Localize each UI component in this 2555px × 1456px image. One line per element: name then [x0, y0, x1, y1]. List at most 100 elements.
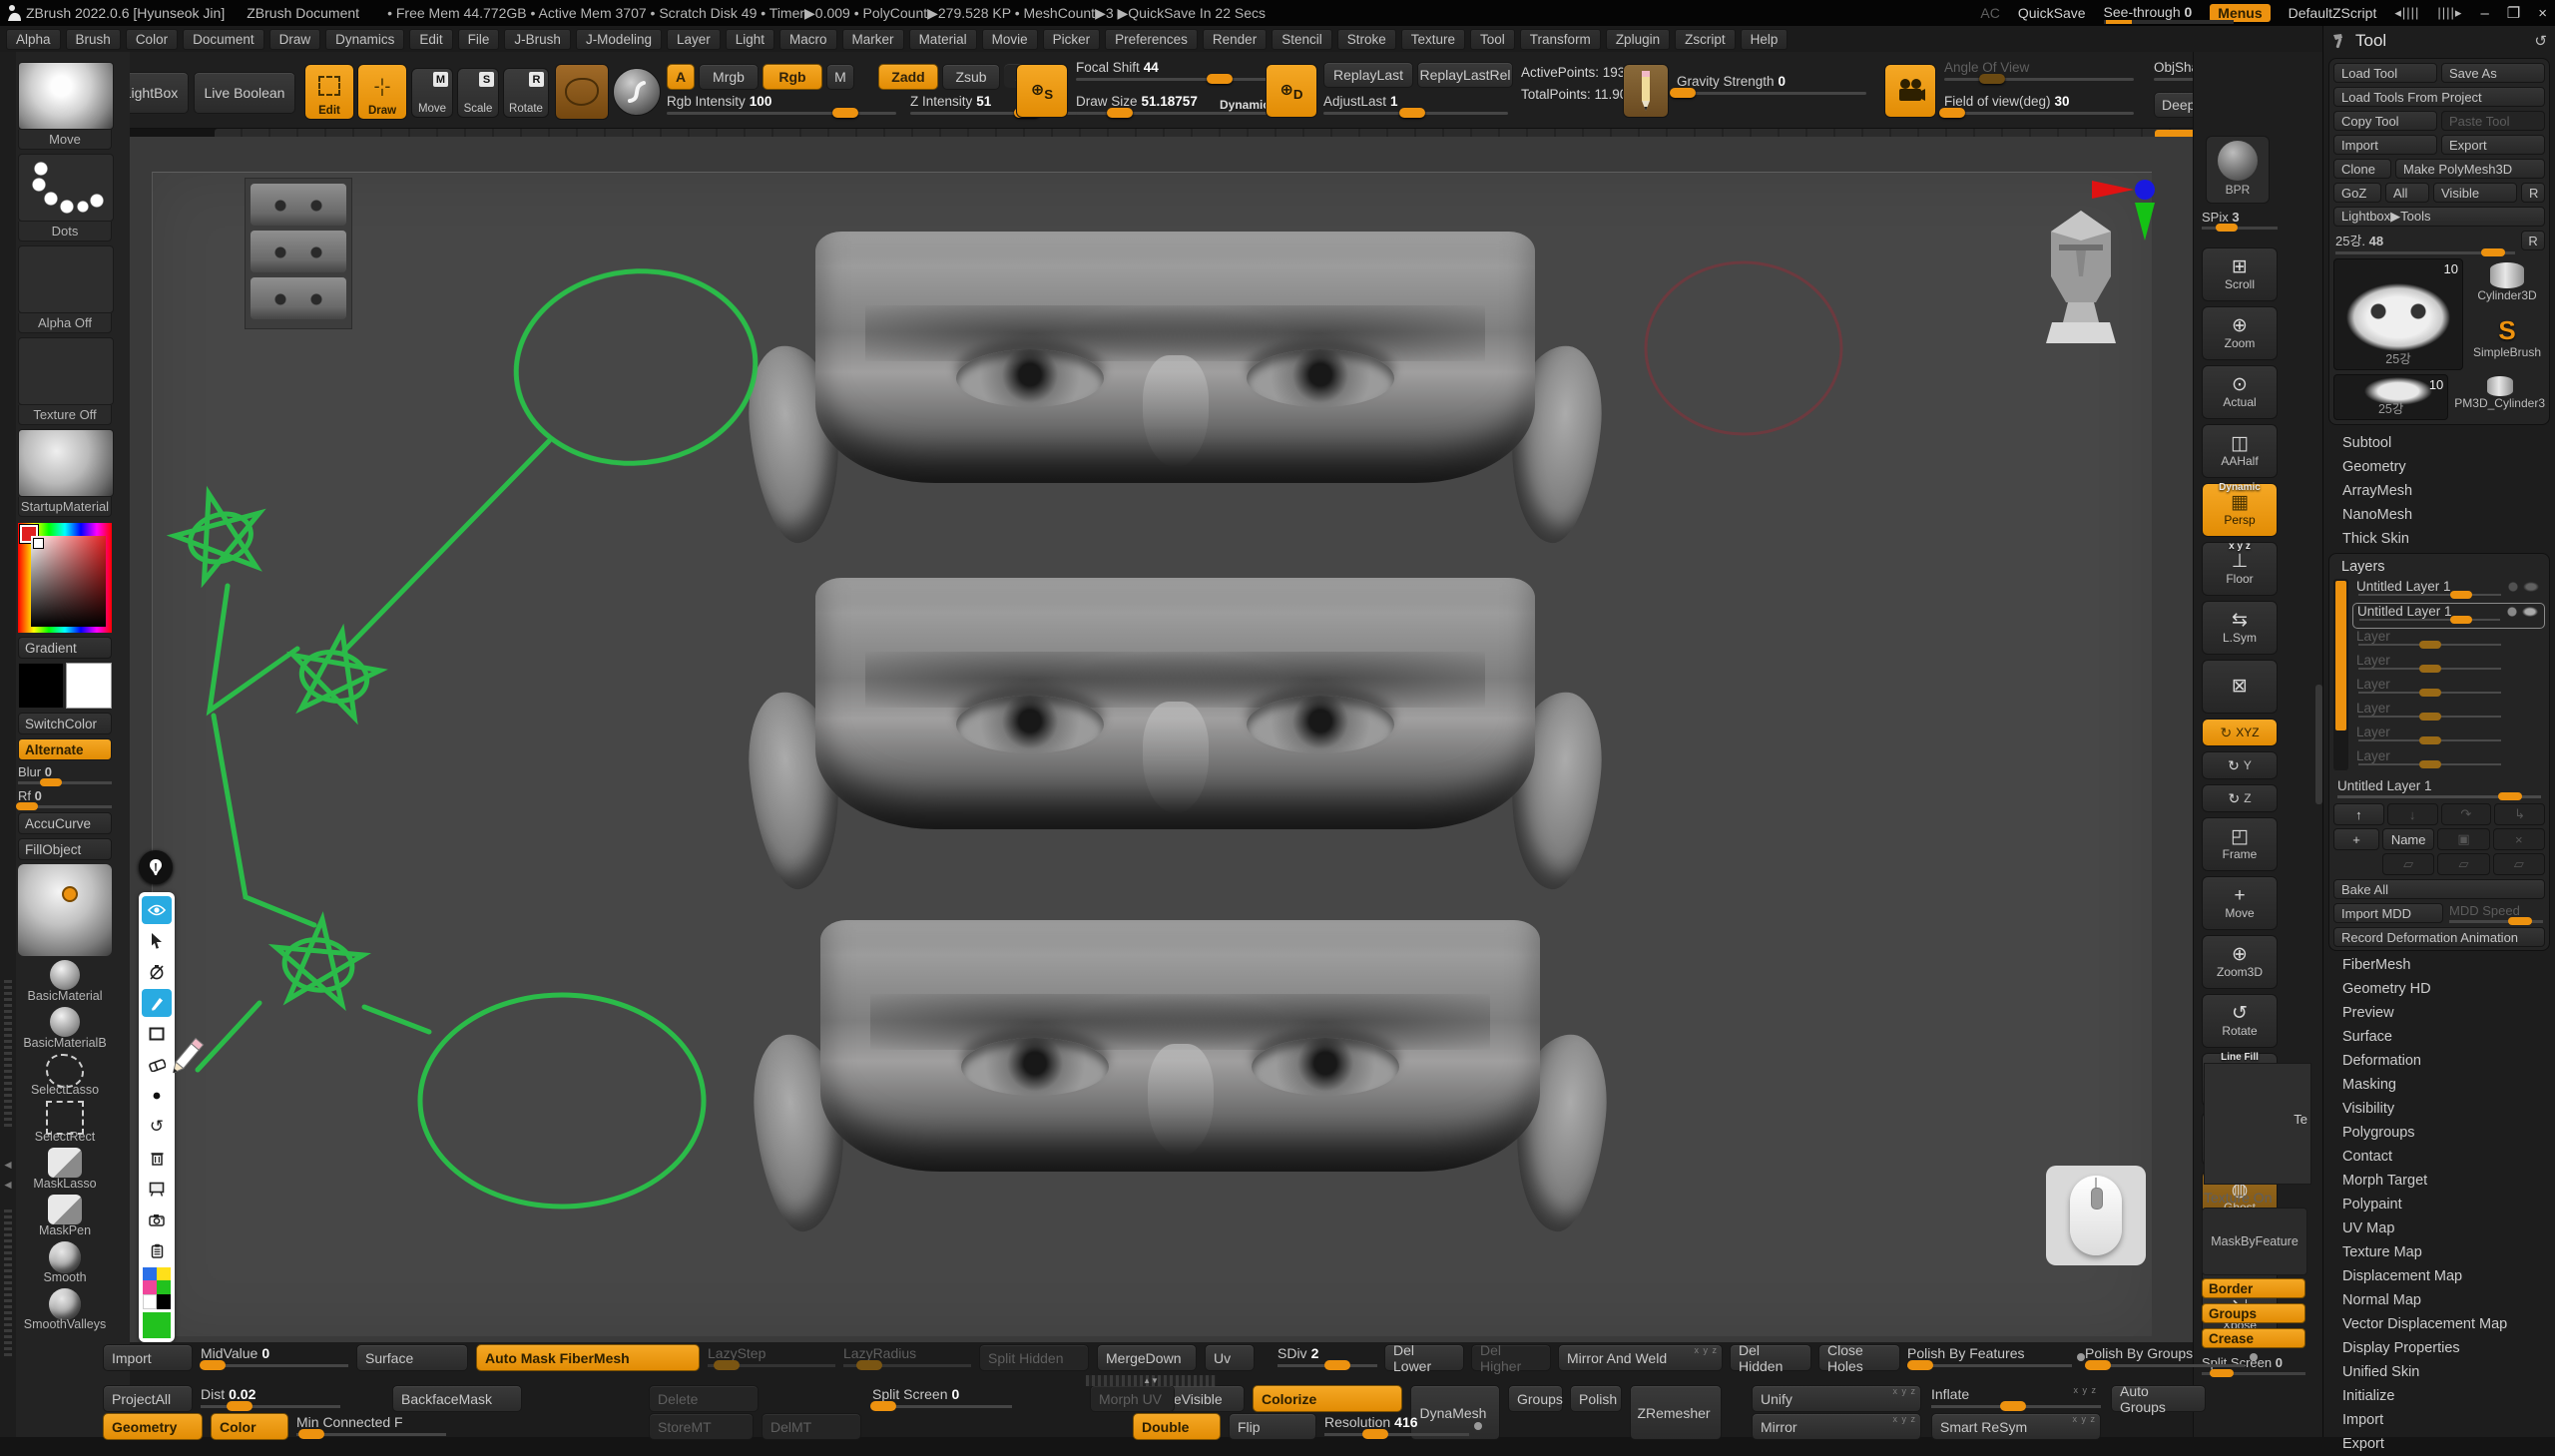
right-shelf-button[interactable]: ⊠ — [2202, 660, 2278, 714]
slider-track[interactable] — [872, 1405, 1012, 1408]
bottom-bar-control[interactable]: Close Holes — [1818, 1344, 1900, 1371]
tray-thumbnail[interactable] — [18, 429, 114, 497]
tool-slot[interactable]: S SimpleBrush — [2469, 315, 2545, 368]
layer-down-button[interactable]: ↓ — [2387, 803, 2438, 825]
bottom-bar-control[interactable]: BackfaceMask — [392, 1385, 522, 1412]
shape-rectangle-icon[interactable] — [142, 1020, 172, 1048]
bottom-bar-control[interactable]: Mirror — [1752, 1413, 1921, 1440]
active-color-swatch[interactable] — [143, 1312, 171, 1338]
right-shelf-button[interactable]: ↻ Y — [2202, 751, 2278, 779]
live-boolean-button[interactable]: Live Boolean — [194, 72, 295, 114]
alpha-toggle[interactable]: A — [667, 64, 695, 90]
screenshot-camera-icon[interactable] — [142, 1206, 172, 1233]
menu-item[interactable]: Alpha — [6, 29, 61, 50]
edit-button[interactable]: Edit — [304, 64, 354, 120]
bake-all-button[interactable]: Bake All — [2333, 879, 2545, 899]
layer-merge-button[interactable]: ▱ — [2382, 853, 2434, 875]
tool-slot[interactable]: PM3D_Cylinder3 — [2454, 374, 2545, 418]
bottom-bar-control[interactable]: Flip — [1229, 1413, 1316, 1440]
layer-row[interactable]: Layer — [2352, 748, 2545, 772]
slider-handle[interactable] — [227, 1401, 253, 1411]
tray-item[interactable]: StartupMaterial — [18, 429, 112, 517]
tool-section-header[interactable]: Surface — [2328, 1025, 2550, 1049]
layer-row[interactable]: Layer — [2352, 701, 2545, 725]
trash-icon[interactable] — [142, 1144, 172, 1172]
load-tool-button[interactable]: Load Tool — [2333, 63, 2437, 83]
bottom-bar-control[interactable]: Auto Mask FiberMesh — [476, 1344, 700, 1371]
layer-row[interactable]: Layer — [2352, 677, 2545, 701]
clone-button[interactable]: Clone — [2333, 159, 2391, 179]
tray-scroll-dots[interactable] — [4, 1210, 12, 1359]
bottom-bar-control[interactable]: Polish — [1570, 1385, 1622, 1412]
menu-item[interactable]: Render — [1203, 29, 1267, 50]
gradient-button[interactable]: Gradient — [18, 637, 112, 659]
blur-slider[interactable]: Blur 0 — [18, 764, 112, 784]
zsub-toggle[interactable]: Zsub — [942, 64, 1000, 90]
slider-handle[interactable] — [1324, 1360, 1350, 1370]
bottom-bar-control[interactable]: Auto Groups — [2111, 1385, 2206, 1412]
tool-slot[interactable]: 10 25강 — [2333, 374, 2448, 420]
rf-slider[interactable]: Rf 0 — [18, 788, 112, 808]
tool-section-header[interactable]: UV Map — [2328, 1216, 2550, 1240]
tray-item[interactable]: MaskLasso — [18, 1147, 112, 1191]
goz-r-button[interactable]: R — [2521, 183, 2545, 203]
rotate-button[interactable]: R Rotate — [503, 68, 549, 118]
right-shelf-button[interactable]: Dynamic ▦ Persp — [2202, 483, 2278, 537]
layer-record-eye-icons[interactable] — [2506, 607, 2540, 617]
right-shelf-button[interactable]: ↻ XYZ — [2202, 719, 2278, 746]
goz-visible-button[interactable]: Visible — [2433, 183, 2517, 203]
gravity-strength-slider[interactable]: Gravity Strength0 — [1677, 74, 1866, 95]
layer-row[interactable]: Layer — [2352, 653, 2545, 677]
duplicate-layer-button[interactable]: ▣ — [2437, 828, 2489, 850]
restore-button[interactable]: ❐ — [2507, 4, 2520, 22]
slider-r-button[interactable]: R — [2521, 231, 2545, 250]
right-shelf-button[interactable]: x y z ⊥ Floor — [2202, 542, 2278, 596]
bottom-bar-control[interactable]: Morph UV — [1090, 1385, 1175, 1412]
active-layer-slider[interactable]: Untitled Layer 1 — [2337, 778, 2541, 798]
slider-handle[interactable] — [2000, 1401, 2026, 1411]
tool-section-header[interactable]: Subtool — [2328, 431, 2550, 455]
tool-section-header[interactable]: ArrayMesh — [2328, 479, 2550, 503]
alternate-button[interactable]: Alternate — [18, 738, 112, 760]
menu-item[interactable]: Draw — [269, 29, 321, 50]
spix-slider[interactable]: SPix 3 — [2202, 210, 2278, 230]
menu-item[interactable]: Picker — [1043, 29, 1101, 50]
bottom-bar-control[interactable]: Inflate — [1931, 1385, 2101, 1412]
whiteboard-icon[interactable] — [142, 1175, 172, 1203]
menu-item[interactable]: Document — [183, 29, 264, 50]
camera-tile[interactable] — [1884, 64, 1936, 118]
slider-handle[interactable] — [2085, 1360, 2111, 1370]
slider-handle[interactable] — [1362, 1429, 1388, 1439]
tool-section-header[interactable]: Display Properties — [2328, 1336, 2550, 1360]
secondary-color-swatch[interactable] — [66, 663, 112, 709]
paste-tool-button[interactable]: Paste Tool — [2441, 111, 2545, 131]
bottom-bar-control[interactable]: Double — [1133, 1413, 1221, 1440]
tray-collapse-icon[interactable]: ◄ — [2, 1158, 14, 1172]
layer-name-button[interactable]: Name — [2382, 828, 2434, 850]
tool-name-slider[interactable]: 25강. 48 — [2333, 231, 2517, 254]
groups-button[interactable]: Groups — [2202, 1303, 2305, 1323]
tool-section-header[interactable]: NanoMesh — [2328, 503, 2550, 527]
field-of-view-slider[interactable]: Field of view(deg)30 — [1944, 94, 2134, 115]
tray-thumbnail[interactable] — [18, 245, 114, 313]
visibility-eye-icon[interactable] — [142, 896, 172, 924]
current-material-preview[interactable] — [18, 864, 112, 956]
slider-track[interactable] — [843, 1364, 971, 1367]
layer-intensity-slider[interactable] — [2358, 763, 2501, 765]
slider-track[interactable] — [1907, 1364, 2072, 1367]
tool-section-header[interactable]: Unified Skin — [2328, 1360, 2550, 1384]
tool-section-header[interactable]: Thick Skin — [2328, 527, 2550, 551]
tool-section-header[interactable]: FiberMesh — [2328, 953, 2550, 977]
tray-item[interactable]: SelectRect — [18, 1100, 112, 1144]
tray-item[interactable]: Smooth — [18, 1240, 112, 1284]
slider-track[interactable] — [1278, 1364, 1377, 1367]
goz-button[interactable]: GoZ — [2333, 183, 2381, 203]
new-layer-button[interactable]: + — [2333, 828, 2379, 850]
bottom-bar-control[interactable]: Import — [103, 1344, 193, 1371]
slider-track[interactable] — [296, 1433, 446, 1436]
mask-by-feature-button[interactable]: MaskByFeature — [2202, 1208, 2307, 1275]
record-deformation-animation-button[interactable]: Record Deformation Animation — [2333, 927, 2545, 947]
bottom-bar-control[interactable]: MidValue0 — [201, 1344, 348, 1371]
menu-item[interactable]: Tool — [1470, 29, 1515, 50]
bottom-bar-control[interactable]: Resolution416 — [1324, 1413, 1469, 1440]
